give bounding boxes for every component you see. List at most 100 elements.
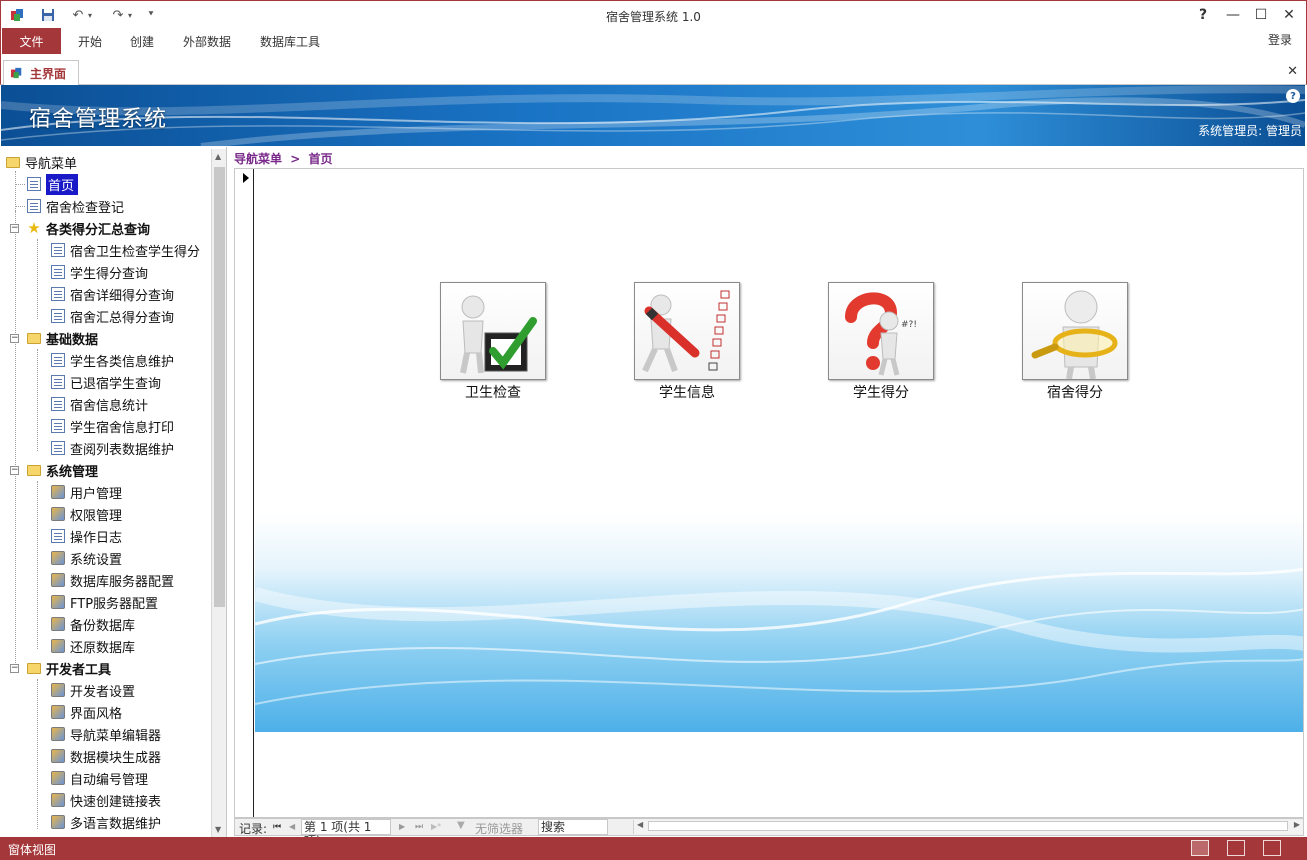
tab-main-form[interactable]: 主界面 [3,60,79,85]
tree-connector [15,184,25,185]
tile-student-info[interactable]: 学生信息 [632,282,742,402]
nav-item[interactable]: 权限管理 [51,504,122,524]
collapse-toggle[interactable]: − [10,224,19,233]
tab-home[interactable]: 开始 [78,33,102,50]
previous-record-button[interactable]: ◀ [289,822,295,831]
question-figure-icon[interactable]: #?! [828,282,934,380]
breadcrumb-separator: > [290,152,301,166]
nav-item[interactable]: 已退宿学生查询 [51,372,161,392]
folder-icon [27,662,41,674]
window-title: 宿舍管理系统 1.0 [606,10,701,24]
tab-create[interactable]: 创建 [130,33,154,50]
nav-item[interactable]: 备份数据库 [51,614,135,634]
first-record-button[interactable]: ⏮ [273,822,281,832]
last-record-button[interactable]: ⏭ [415,822,423,832]
folder-open-icon [6,156,20,168]
close-button[interactable]: ✕ [1276,5,1302,25]
scroll-thumb[interactable] [214,167,225,607]
tile-hygiene-check[interactable]: 卫生检查 [438,282,548,402]
nav-group-system-admin[interactable]: 系统管理 [27,460,98,480]
tile-dorm-score[interactable]: 宿舍得分 [1020,282,1130,402]
tree-connector [15,171,16,211]
users-icon [51,485,65,499]
nav-group-base-data[interactable]: 基础数据 [27,328,98,348]
horizontal-scrollbar[interactable]: ◀ ▶ [633,820,1303,834]
nav-item[interactable]: 宿舍汇总得分查询 [51,306,174,326]
nav-item[interactable]: 开发者设置 [51,680,135,700]
file-tab[interactable]: 文件 [2,28,61,54]
nav-item[interactable]: FTP服务器配置 [51,592,158,612]
nav-item[interactable]: 操作日志 [51,526,122,546]
nav-item[interactable]: 数据库服务器配置 [51,570,174,590]
maximize-button[interactable]: ☐ [1248,5,1274,25]
nav-scrollbar[interactable]: ▲ ▼ [211,149,226,837]
close-document-button[interactable]: ✕ [1287,64,1298,79]
new-record-button[interactable]: ▶* [431,822,441,831]
nav-item[interactable]: 宿舍卫生检查学生得分 [51,240,200,260]
magnifier-figure-icon[interactable] [1022,282,1128,380]
nav-item-dorm-inspection[interactable]: 宿舍检查登记 [27,196,124,216]
nav-item[interactable]: 宿舍信息统计 [51,394,148,414]
nav-item[interactable]: 还原数据库 [51,636,135,656]
document-icon [51,529,65,543]
nav-item-home[interactable]: 首页 [27,173,79,195]
collapse-toggle[interactable]: − [10,664,19,673]
scroll-down-icon[interactable]: ▼ [215,825,221,834]
help-icon[interactable]: ? [1286,89,1300,103]
nav-item[interactable]: 数据模块生成器 [51,746,161,766]
scroll-up-icon[interactable]: ▲ [215,152,221,161]
nav-item[interactable]: 界面风格 [51,702,122,722]
tree-root[interactable]: 导航菜单 [6,152,77,172]
form-view-icon[interactable] [1191,840,1209,856]
record-navigation-bar: 记录: ⏮ ◀ 第 1 项(共 1 项) ▶ ⏭ ▶* ▼ 无筛选器 搜索 ◀ … [234,818,1304,848]
breadcrumb-root[interactable]: 导航菜单 [234,152,282,166]
nav-item[interactable]: 导航菜单编辑器 [51,724,161,744]
tab-database-tools[interactable]: 数据库工具 [260,33,320,50]
nav-item[interactable]: 学生宿舍信息打印 [51,416,174,436]
nav-item[interactable]: 用户管理 [51,482,122,502]
document-icon [27,177,41,191]
gear-icon [51,683,65,697]
nav-item[interactable]: 系统设置 [51,548,122,568]
nav-item[interactable]: 快速创建链接表 [51,790,161,810]
current-record-field[interactable]: 第 1 项(共 1 项) [301,819,391,848]
breadcrumb: 导航菜单 > 首页 [234,150,336,167]
database-icon [51,573,65,587]
nav-item[interactable]: 自动编号管理 [51,768,148,788]
tree-connector [37,349,38,451]
form-icon [10,67,24,79]
tile-student-score[interactable]: #?! 学生得分 [826,282,936,402]
server-icon [51,595,65,609]
minimize-button[interactable]: — [1220,5,1246,25]
current-user: 系统管理员: 管理员 [1198,124,1302,138]
search-input[interactable]: 搜索 [538,819,608,835]
help-button[interactable]: ? [1190,5,1216,25]
report-icon [51,309,65,323]
record-selector[interactable] [235,169,254,817]
nav-item[interactable]: 学生各类信息维护 [51,350,174,370]
tree-connector [15,206,25,207]
filter-status[interactable]: 无筛选器 [475,820,523,837]
checklist-pen-figure-icon[interactable] [634,282,740,380]
collapse-toggle[interactable]: − [10,466,19,475]
checkmark-figure-icon[interactable] [440,282,546,380]
nav-group-dev-tools[interactable]: 开发者工具 [27,658,111,678]
tab-external-data[interactable]: 外部数据 [183,33,231,50]
nav-item[interactable]: 查阅列表数据维护 [51,438,174,458]
scroll-right-icon[interactable]: ▶ [1294,820,1300,829]
layout-view-icon[interactable] [1263,840,1281,856]
scroll-thumb[interactable] [648,821,1288,831]
scroll-left-icon[interactable]: ◀ [637,820,643,829]
nav-group-score-queries[interactable]: ★ 各类得分汇总查询 [27,218,150,238]
next-record-button[interactable]: ▶ [399,822,405,831]
login-link[interactable]: 登录 [1268,31,1292,48]
datasheet-view-icon[interactable] [1227,840,1245,856]
navigation-pane: 导航菜单 首页 宿舍检查登记 − ★ 各类得分汇总查询 宿舍卫生检查学生得分 学… [1,147,227,837]
backup-icon [51,617,65,631]
nav-item[interactable]: 宿舍详细得分查询 [51,284,174,304]
nav-item[interactable]: 学生得分查询 [51,262,148,282]
nav-item[interactable]: 多语言数据维护 [51,812,161,832]
main-form: 卫生检查 学生信息 #?! 学生得分 宿舍得分 [234,168,1304,818]
folder-icon [27,464,41,476]
collapse-toggle[interactable]: − [10,334,19,343]
